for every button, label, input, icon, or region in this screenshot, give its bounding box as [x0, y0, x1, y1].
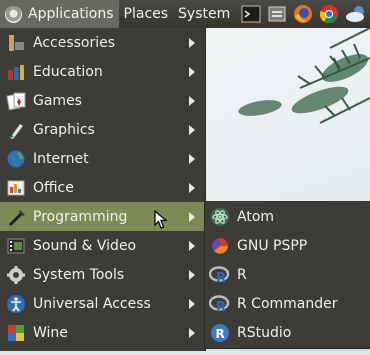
- distro-logo-icon: [5, 5, 22, 23]
- submenu-item-atom[interactable]: Atom: [205, 202, 370, 231]
- applications-menu-label: Applications: [28, 6, 114, 22]
- submenu-arrow-icon: [189, 269, 195, 280]
- submenu-arrow-icon: [189, 95, 195, 106]
- menu-item-label: System Tools: [33, 266, 125, 283]
- menu-item-system-tools[interactable]: System Tools: [0, 260, 205, 289]
- pspp-icon: [209, 235, 231, 257]
- menu-item-label: Accessories: [33, 34, 116, 51]
- system-tools-icon: [5, 264, 27, 286]
- universal-access-icon: [5, 293, 27, 315]
- menu-item-label: Sound & Video: [33, 237, 137, 254]
- submenu-arrow-icon: [189, 327, 195, 338]
- system-menu[interactable]: System: [173, 0, 235, 28]
- menu-item-label: Education: [33, 63, 103, 80]
- sound-video-icon: [5, 235, 27, 257]
- svg-text:R: R: [216, 327, 225, 341]
- graphics-icon: [5, 119, 27, 141]
- submenu-arrow-icon: [189, 37, 195, 48]
- submenu-arrow-icon: [189, 182, 195, 193]
- submenu-arrow-icon: [189, 240, 195, 251]
- submenu-arrow-icon: [189, 153, 195, 164]
- r-icon: R: [209, 293, 231, 315]
- programming-submenu: Atom GNU PSPP R R R R Commander R RStudi…: [204, 201, 370, 349]
- svg-text:R: R: [216, 300, 226, 314]
- submenu-arrow-icon: [189, 66, 195, 77]
- menu-item-programming[interactable]: Programming: [0, 202, 205, 231]
- menu-item-education[interactable]: Education: [0, 57, 205, 86]
- menu-item-universal-access[interactable]: Universal Access: [0, 289, 205, 318]
- submenu-item-label: Atom: [237, 208, 275, 225]
- internet-icon: [5, 148, 27, 170]
- menu-item-internet[interactable]: Internet: [0, 144, 205, 173]
- r-icon: R: [209, 264, 231, 286]
- weather-icon[interactable]: [345, 4, 365, 24]
- rstudio-icon: R: [209, 322, 231, 344]
- atom-icon: [209, 206, 231, 228]
- menu-item-label: Wine: [33, 324, 68, 341]
- svg-text:R: R: [216, 271, 226, 285]
- applications-dropdown: Accessories Education Games Graphics Int…: [0, 28, 206, 351]
- menu-item-label: Internet: [33, 150, 89, 167]
- programming-icon: [5, 206, 27, 228]
- menu-item-accessories[interactable]: Accessories: [0, 28, 205, 57]
- games-icon: [5, 90, 27, 112]
- education-icon: [5, 61, 27, 83]
- menu-item-label: Games: [33, 92, 82, 109]
- submenu-arrow-icon: [189, 124, 195, 135]
- submenu-arrow-icon: [189, 211, 195, 222]
- places-menu[interactable]: Places: [119, 0, 174, 28]
- system-menu-label: System: [178, 6, 231, 22]
- menu-item-office[interactable]: Office: [0, 173, 205, 202]
- places-menu-label: Places: [123, 6, 169, 22]
- firefox-icon[interactable]: [293, 4, 313, 24]
- submenu-item-label: GNU PSPP: [237, 237, 308, 254]
- menu-item-label: Graphics: [33, 121, 95, 138]
- menu-item-label: Office: [33, 179, 74, 196]
- submenu-item-gnu-pspp[interactable]: GNU PSPP: [205, 231, 370, 260]
- submenu-item-r-commander[interactable]: R R Commander: [205, 289, 370, 318]
- submenu-item-label: RStudio: [237, 324, 292, 341]
- menu-item-wine[interactable]: Wine: [0, 318, 205, 347]
- file-manager-icon[interactable]: [267, 4, 287, 24]
- menu-item-label: Universal Access: [33, 295, 151, 312]
- submenu-item-label: R: [237, 266, 247, 283]
- applications-menu[interactable]: Applications: [0, 0, 119, 28]
- accessories-icon: [5, 32, 27, 54]
- menu-item-games[interactable]: Games: [0, 86, 205, 115]
- terminal-icon[interactable]: [241, 4, 261, 24]
- submenu-item-label: R Commander: [237, 295, 338, 312]
- submenu-arrow-icon: [189, 298, 195, 309]
- mouse-cursor-icon: [154, 210, 168, 229]
- top-panel: Applications Places System: [0, 0, 370, 28]
- wine-icon: [5, 322, 27, 344]
- menu-item-sound-video[interactable]: Sound & Video: [0, 231, 205, 260]
- chrome-icon[interactable]: [319, 4, 339, 24]
- menu-item-graphics[interactable]: Graphics: [0, 115, 205, 144]
- submenu-item-rstudio[interactable]: R RStudio: [205, 318, 370, 347]
- office-icon: [5, 177, 27, 199]
- submenu-item-r[interactable]: R R: [205, 260, 370, 289]
